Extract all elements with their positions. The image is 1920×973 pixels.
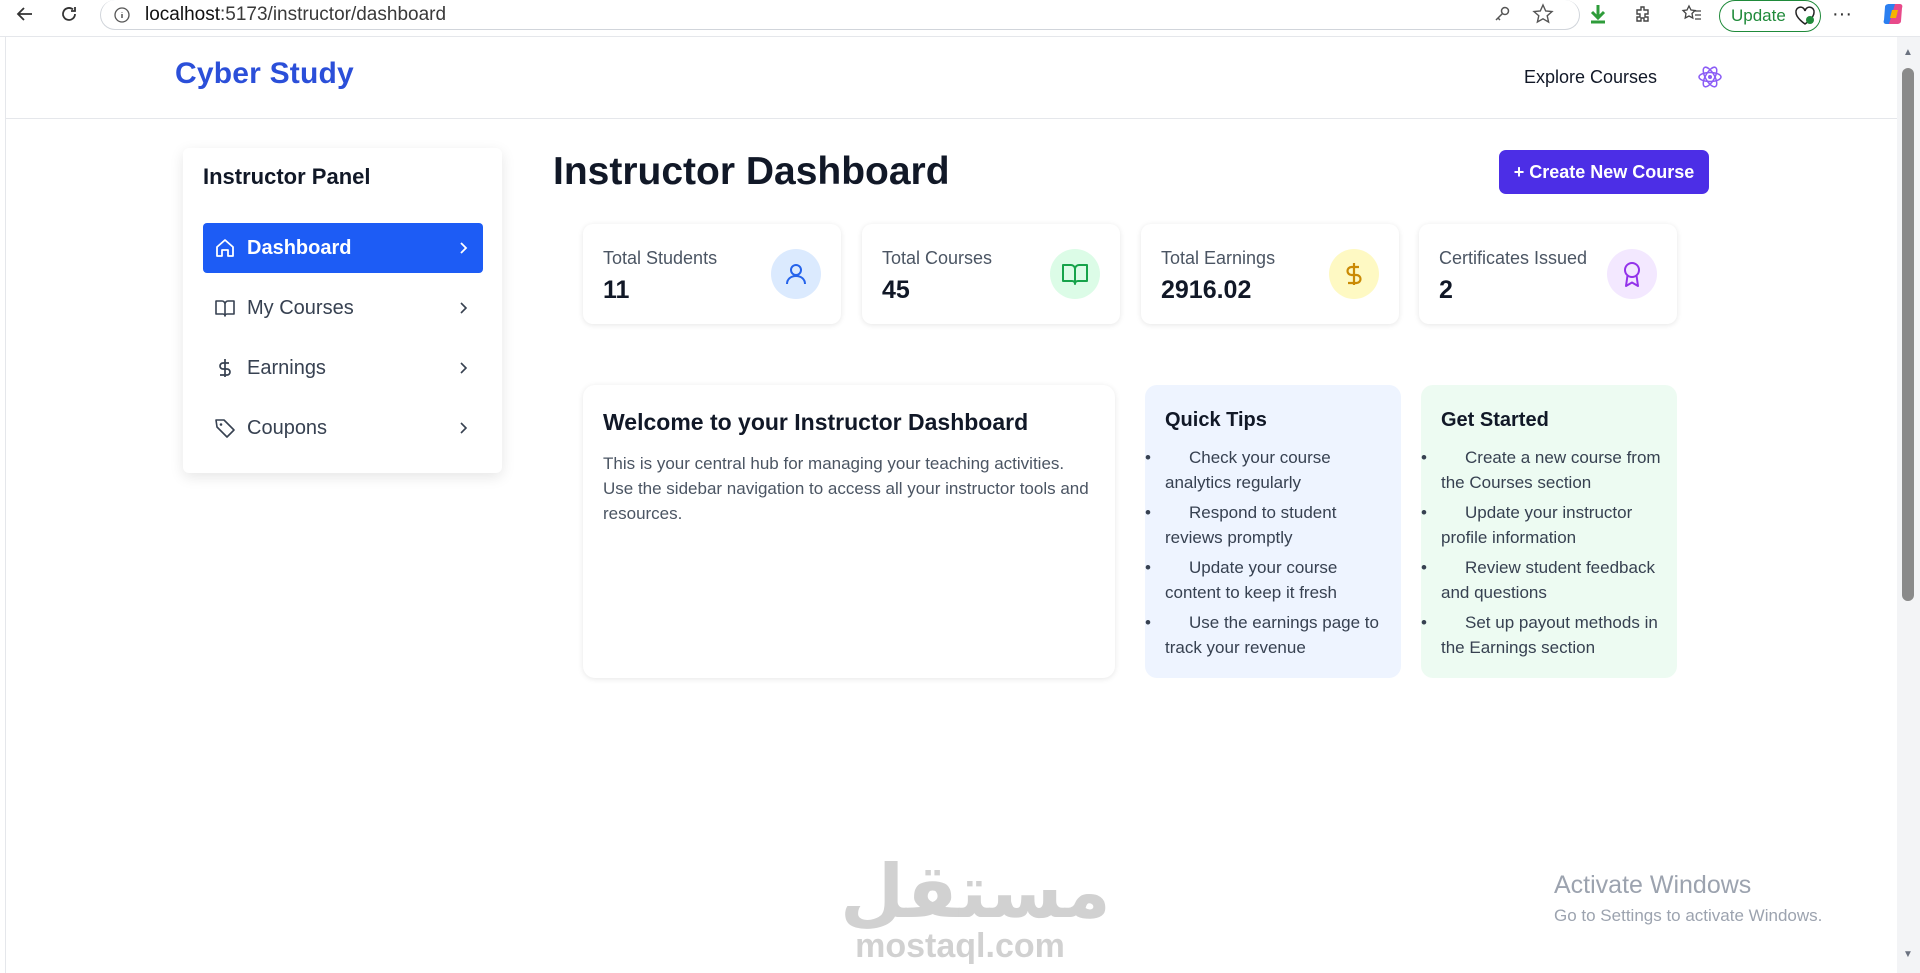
list-item: Create a new course from the Courses sec…: [1421, 445, 1666, 495]
list-item: Use the earnings page to track your reve…: [1145, 610, 1390, 660]
atom-icon[interactable]: [1695, 62, 1725, 92]
activate-subtitle: Go to Settings to activate Windows.: [1554, 906, 1823, 925]
mostaql-watermark: مستقل mostaql.com: [840, 849, 1111, 966]
sidebar-title: Instructor Panel: [203, 164, 371, 189]
home-icon: [213, 236, 237, 260]
page-title: Instructor Dashboard: [553, 150, 950, 193]
activate-windows-notice: Activate Windows Go to Settings to activ…: [1554, 871, 1822, 926]
book-icon: [213, 296, 237, 320]
url-text[interactable]: localhost:5173/instructor/dashboard: [145, 4, 446, 26]
sidebar-item-label: My Courses: [247, 296, 354, 319]
get-started-list: Create a new course from the Courses sec…: [1421, 445, 1666, 665]
chevron-right-icon: [453, 418, 473, 438]
star-icon[interactable]: [1532, 0, 1554, 28]
welcome-title: Welcome to your Instructor Dashboard: [603, 409, 1029, 435]
get-started-card: Get Started Create a new course from the…: [1421, 385, 1677, 678]
copilot-icon[interactable]: [1880, 0, 1906, 28]
scroll-up-icon[interactable]: ▲: [1902, 47, 1914, 59]
stat-value: 11: [603, 276, 630, 304]
sidebar-item-label: Coupons: [247, 416, 328, 439]
stat-card-students: Total Students 11: [583, 224, 841, 324]
address-bar[interactable]: localhost:5173/instructor/dashboard: [100, 0, 1580, 30]
watermark-arabic: مستقل: [840, 849, 1111, 935]
site-logo[interactable]: Cyber Study: [175, 57, 354, 91]
list-item: Update your instructor profile informati…: [1421, 500, 1666, 550]
update-button[interactable]: Update: [1719, 0, 1821, 32]
sidebar-item-label: Earnings: [247, 356, 326, 379]
list-item: Check your course analytics regularly: [1145, 445, 1390, 495]
create-course-button[interactable]: + Create New Course: [1499, 150, 1709, 194]
chevron-right-icon: [453, 238, 473, 258]
book-open-icon: [1050, 249, 1100, 299]
list-item: Set up payout methods in the Earnings se…: [1421, 610, 1666, 660]
stat-card-courses: Total Courses 45: [862, 224, 1120, 324]
stat-label: Total Students: [603, 248, 718, 268]
update-label: Update: [1731, 6, 1786, 25]
more-menu-icon[interactable]: ···: [1832, 0, 1852, 28]
stat-label: Total Earnings: [1161, 248, 1276, 268]
list-item: Respond to student reviews promptly: [1145, 500, 1390, 550]
list-item: Review student feedback and questions: [1421, 555, 1666, 605]
stat-value: 45: [882, 276, 910, 304]
quick-tips-title: Quick Tips: [1165, 409, 1267, 431]
reload-icon[interactable]: [52, 0, 86, 28]
stat-card-earnings: Total Earnings 2916.02: [1141, 224, 1399, 324]
activate-title: Activate Windows: [1554, 871, 1752, 899]
explore-courses-link[interactable]: Explore Courses: [1524, 67, 1657, 88]
get-started-title: Get Started: [1441, 409, 1549, 431]
tag-icon: [213, 416, 237, 440]
chevron-right-icon: [453, 358, 473, 378]
sidebar-item-earnings[interactable]: Earnings: [203, 343, 483, 393]
favorites-icon[interactable]: [1681, 0, 1703, 28]
sidebar-item-label: Dashboard: [247, 236, 352, 259]
stat-card-certificates: Certificates Issued 2: [1419, 224, 1677, 324]
info-icon[interactable]: [113, 6, 131, 24]
sidebar-item-dashboard[interactable]: Dashboard: [203, 223, 483, 273]
extensions-icon[interactable]: [1633, 0, 1655, 28]
sidebar-item-coupons[interactable]: Coupons: [203, 403, 483, 453]
dollar-icon: [1329, 249, 1379, 299]
user-icon: [771, 249, 821, 299]
instructor-sidebar: Instructor Panel Dashboard My Courses Ea…: [183, 148, 502, 473]
scrollbar-thumb[interactable]: [1902, 68, 1914, 601]
stat-value: 2: [1439, 276, 1453, 304]
dollar-icon: [213, 356, 237, 380]
download-icon[interactable]: [1587, 0, 1609, 28]
quick-tips-card: Quick Tips Check your course analytics r…: [1145, 385, 1401, 678]
sidebar-item-my-courses[interactable]: My Courses: [203, 283, 483, 333]
health-icon: [1795, 6, 1815, 25]
award-icon: [1607, 249, 1657, 299]
site-header: Cyber Study Explore Courses: [5, 37, 1897, 119]
key-icon[interactable]: [1492, 0, 1512, 28]
chevron-right-icon: [453, 298, 473, 318]
watermark-latin: mostaql.com: [855, 927, 1065, 965]
welcome-text: This is your central hub for managing yo…: [603, 454, 1089, 523]
quick-tips-list: Check your course analytics regularly Re…: [1145, 445, 1390, 665]
welcome-card: Welcome to your Instructor Dashboard Thi…: [583, 385, 1115, 678]
scroll-down-icon[interactable]: ▼: [1902, 949, 1914, 961]
list-item: Update your course content to keep it fr…: [1145, 555, 1390, 605]
back-arrow-icon[interactable]: [8, 0, 42, 28]
stat-label: Certificates Issued: [1439, 248, 1588, 268]
stat-value: 2916.02: [1161, 276, 1252, 304]
browser-toolbar: localhost:5173/instructor/dashboard Upda…: [0, 0, 1920, 37]
stat-label: Total Courses: [882, 248, 993, 268]
